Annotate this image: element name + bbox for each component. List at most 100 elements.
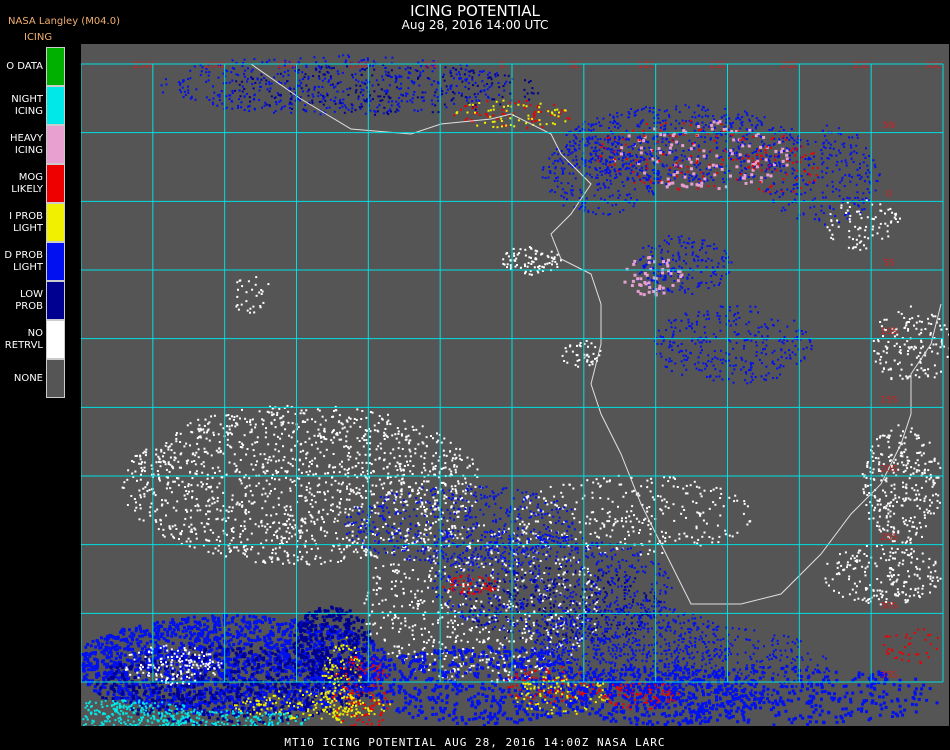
cloud-pixel xyxy=(796,160,799,163)
cloud-pixel xyxy=(146,483,149,486)
cloud-pixel xyxy=(349,425,352,428)
cloud-pixel xyxy=(671,349,674,351)
cloud-pixel xyxy=(504,82,506,85)
cloud-pixel xyxy=(208,71,211,74)
cloud-pixel xyxy=(563,360,566,362)
cloud-pixel xyxy=(643,171,647,175)
cloud-pixel xyxy=(702,175,705,178)
cloud-pixel xyxy=(927,469,930,472)
cloud-pixel xyxy=(464,510,467,512)
cloud-pixel xyxy=(711,357,714,360)
cloud-pixel xyxy=(311,418,313,421)
cloud-pixel xyxy=(444,462,447,465)
cloud-pixel xyxy=(905,593,907,596)
cloud-pixel xyxy=(184,93,187,96)
cloud-pixel xyxy=(478,74,481,77)
cloud-pixel xyxy=(408,72,410,75)
cloud-pixel xyxy=(304,522,307,525)
cloud-pixel xyxy=(329,84,332,86)
cloud-pixel xyxy=(742,366,745,369)
cloud-pixel xyxy=(233,453,236,456)
cloud-pixel xyxy=(308,470,311,473)
cloud-pixel xyxy=(261,106,264,109)
cloud-pixel xyxy=(254,423,257,426)
cloud-pixel xyxy=(588,166,591,169)
cloud-pixel xyxy=(412,93,415,96)
cloud-pixel xyxy=(265,427,267,430)
cloud-pixel xyxy=(729,157,732,160)
cloud-pixel xyxy=(879,503,882,506)
cloud-pixel xyxy=(669,167,672,169)
cloud-pixel xyxy=(864,587,867,589)
cloud-pixel xyxy=(685,262,688,265)
cloud-pixel xyxy=(732,364,735,367)
cloud-pixel xyxy=(425,445,428,448)
cloud-pixel xyxy=(345,536,348,539)
cloud-pixel xyxy=(330,504,333,507)
cloud-pixel xyxy=(636,156,639,158)
cloud-pixel xyxy=(288,537,291,540)
cloud-pixel xyxy=(612,122,615,124)
cloud-pixel xyxy=(660,343,663,346)
cloud-pixel xyxy=(374,113,376,116)
cloud-pixel xyxy=(165,83,168,86)
cloud-pixel xyxy=(494,73,497,76)
cloud-pixel xyxy=(241,504,244,507)
cloud-pixel xyxy=(863,553,866,555)
cloud-pixel xyxy=(878,528,881,531)
cloud-pixel xyxy=(852,161,855,163)
cloud-pixel xyxy=(310,499,313,502)
cloud-pixel xyxy=(854,197,857,199)
cloud-pixel xyxy=(621,159,624,162)
cloud-pixel xyxy=(199,435,202,438)
cloud-pixel xyxy=(876,499,879,502)
cloud-pixel xyxy=(514,102,517,105)
cloud-pixel xyxy=(696,187,699,190)
cloud-pixel xyxy=(744,379,747,382)
cloud-pixel xyxy=(806,183,809,186)
cloud-pixel xyxy=(735,152,738,154)
cloud-pixel xyxy=(240,482,243,485)
cloud-pixel xyxy=(868,492,871,494)
cloud-pixel xyxy=(238,83,241,86)
cloud-pixel xyxy=(252,468,255,471)
cloud-pixel xyxy=(763,378,766,381)
cloud-pixel xyxy=(273,478,276,481)
cloud-pixel xyxy=(311,534,313,537)
cloud-pixel xyxy=(271,560,274,563)
cloud-pixel xyxy=(776,190,779,193)
cloud-pixel xyxy=(746,154,749,157)
cloud-pixel xyxy=(596,141,599,144)
cloud-pixel xyxy=(665,261,669,265)
cloud-pixel xyxy=(213,91,216,94)
cloud-pixel xyxy=(253,58,256,61)
cloud-pixel xyxy=(704,114,707,117)
cloud-pixel xyxy=(733,331,736,334)
cloud-pixel xyxy=(311,537,314,540)
cloud-pixel xyxy=(608,164,611,167)
cloud-pixel xyxy=(701,239,704,242)
cloud-pixel xyxy=(383,89,386,92)
cloud-pixel xyxy=(313,434,316,437)
cloud-pixel xyxy=(661,140,664,143)
cloud-pixel xyxy=(721,362,724,365)
cloud-pixel xyxy=(678,159,681,162)
cloud-pixel xyxy=(351,530,354,533)
cloud-pixel xyxy=(691,322,694,325)
cloud-pixel xyxy=(890,491,893,494)
cloud-pixel xyxy=(802,179,805,182)
cloud-pixel xyxy=(699,168,702,171)
cloud-pixel xyxy=(791,137,794,140)
cloud-pixel xyxy=(879,592,882,595)
cloud-pixel xyxy=(448,468,451,471)
cloud-pixel xyxy=(750,366,753,369)
cloud-pixel xyxy=(659,335,662,338)
cloud-pixel xyxy=(888,446,891,449)
cloud-pixel xyxy=(423,533,426,536)
cloud-pixel xyxy=(644,282,648,286)
cloud-pixel xyxy=(780,150,783,154)
cloud-pixel xyxy=(326,490,329,493)
cloud-pixel xyxy=(852,238,854,241)
cloud-pixel xyxy=(723,125,726,128)
cloud-pixel xyxy=(584,159,587,162)
